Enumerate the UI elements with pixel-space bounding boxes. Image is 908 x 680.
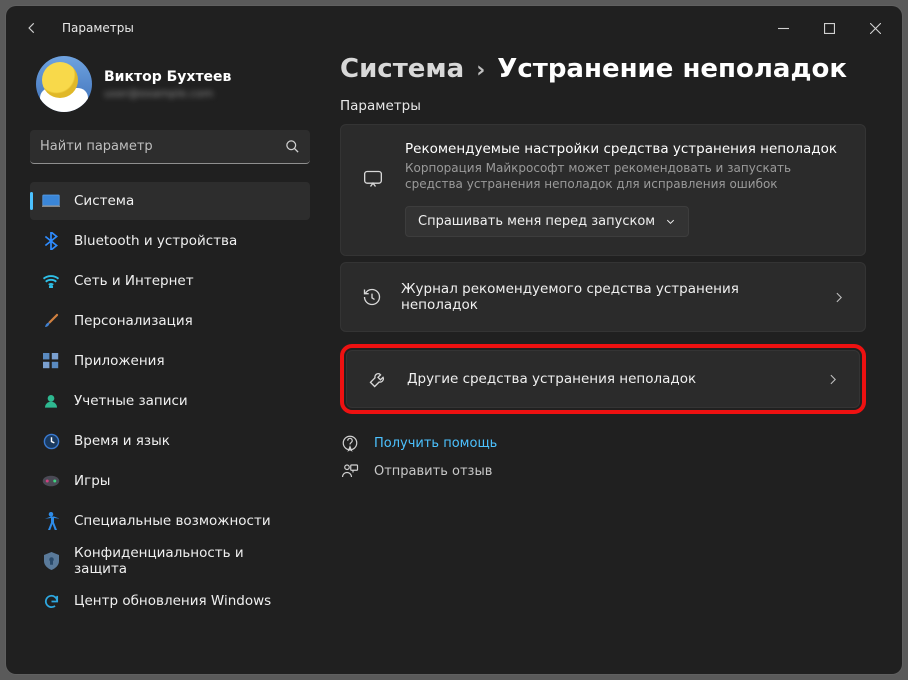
dropdown-label: Спрашивать меня перед запуском [418, 214, 655, 229]
row-label: Журнал рекомендуемого средства устранени… [401, 281, 814, 313]
history-row[interactable]: Журнал рекомендуемого средства устранени… [340, 262, 866, 332]
row-label: Другие средства устранения неполадок [407, 371, 808, 387]
sidebar-item-label: Центр обновления Windows [74, 593, 271, 609]
sidebar-item-apps[interactable]: Приложения [30, 342, 310, 380]
sidebar-item-gaming[interactable]: Игры [30, 462, 310, 500]
titlebar: Параметры [6, 6, 902, 50]
recommended-settings-card: Рекомендуемые настройки средства устране… [340, 124, 866, 256]
profile-email: user@example.com [104, 87, 231, 100]
chat-icon [359, 141, 387, 237]
sidebar-item-label: Игры [74, 473, 110, 489]
sidebar-item-label: Bluetooth и устройства [74, 233, 237, 249]
chevron-down-icon [665, 216, 676, 227]
clock-globe-icon [42, 432, 60, 450]
nav: Система Bluetooth и устройства Сеть и Ин… [30, 182, 310, 620]
sidebar-item-windows-update[interactable]: Центр обновления Windows [30, 582, 310, 620]
shield-icon [42, 552, 60, 570]
sidebar: Виктор Бухтеев user@example.com Система [30, 50, 320, 674]
chevron-right-icon: › [476, 58, 485, 83]
settings-window: Параметры Виктор Бухтеев user@example.co… [6, 6, 902, 674]
sidebar-item-bluetooth[interactable]: Bluetooth и устройства [30, 222, 310, 260]
breadcrumb-parent[interactable]: Система [340, 54, 464, 84]
section-label: Параметры [340, 98, 866, 114]
link-label: Отправить отзыв [374, 464, 492, 479]
link-label: Получить помощь [374, 436, 497, 451]
get-help-link[interactable]: Получить помощь [340, 434, 866, 452]
history-icon [361, 287, 383, 307]
sidebar-item-accounts[interactable]: Учетные записи [30, 382, 310, 420]
search-input[interactable] [40, 139, 285, 154]
bluetooth-icon [42, 232, 60, 250]
chevron-right-icon [832, 291, 845, 304]
sidebar-item-label: Система [74, 193, 134, 209]
sidebar-item-label: Конфиденциальность и защита [74, 545, 298, 577]
profile-block[interactable]: Виктор Бухтеев user@example.com [30, 50, 310, 130]
sidebar-item-label: Учетные записи [74, 393, 188, 409]
back-button[interactable] [16, 12, 48, 44]
gamepad-icon [42, 472, 60, 490]
other-troubleshooters-row[interactable]: Другие средства устранения неполадок [346, 350, 860, 408]
breadcrumb: Система › Устранение неполадок [340, 54, 866, 84]
minimize-button[interactable] [760, 12, 806, 44]
sidebar-item-label: Приложения [74, 353, 165, 369]
sidebar-item-network[interactable]: Сеть и Интернет [30, 262, 310, 300]
chevron-right-icon [826, 373, 839, 386]
wrench-icon [367, 369, 389, 389]
window-title: Параметры [62, 21, 134, 35]
sidebar-item-label: Персонализация [74, 313, 193, 329]
main-panel: Система › Устранение неполадок Параметры… [320, 50, 902, 674]
maximize-button[interactable] [806, 12, 852, 44]
accessibility-icon [42, 512, 60, 530]
reco-dropdown[interactable]: Спрашивать меня перед запуском [405, 206, 689, 237]
reco-desc: Корпорация Майкрософт может рекомендоват… [405, 160, 825, 192]
sidebar-item-time-language[interactable]: Время и язык [30, 422, 310, 460]
sidebar-item-personalization[interactable]: Персонализация [30, 302, 310, 340]
footer-links: Получить помощь Отправить отзыв [340, 434, 866, 480]
wifi-icon [42, 272, 60, 290]
brush-icon [42, 312, 60, 330]
sidebar-item-label: Сеть и Интернет [74, 273, 194, 289]
feedback-icon [340, 462, 360, 480]
person-icon [42, 392, 60, 410]
help-icon [340, 434, 360, 452]
search-icon [285, 139, 300, 154]
update-icon [42, 592, 60, 610]
close-button[interactable] [852, 12, 898, 44]
breadcrumb-current: Устранение неполадок [497, 54, 847, 84]
sidebar-item-accessibility[interactable]: Специальные возможности [30, 502, 310, 540]
search-box[interactable] [30, 130, 310, 164]
monitor-icon [42, 192, 60, 210]
avatar [36, 56, 92, 112]
apps-icon [42, 352, 60, 370]
reco-title: Рекомендуемые настройки средства устране… [405, 141, 847, 157]
sidebar-item-privacy[interactable]: Конфиденциальность и защита [30, 542, 310, 580]
profile-name: Виктор Бухтеев [104, 69, 231, 85]
sidebar-item-system[interactable]: Система [30, 182, 310, 220]
sidebar-item-label: Специальные возможности [74, 513, 271, 529]
send-feedback-link[interactable]: Отправить отзыв [340, 462, 866, 480]
highlight-box: Другие средства устранения неполадок [340, 344, 866, 414]
sidebar-item-label: Время и язык [74, 433, 170, 449]
